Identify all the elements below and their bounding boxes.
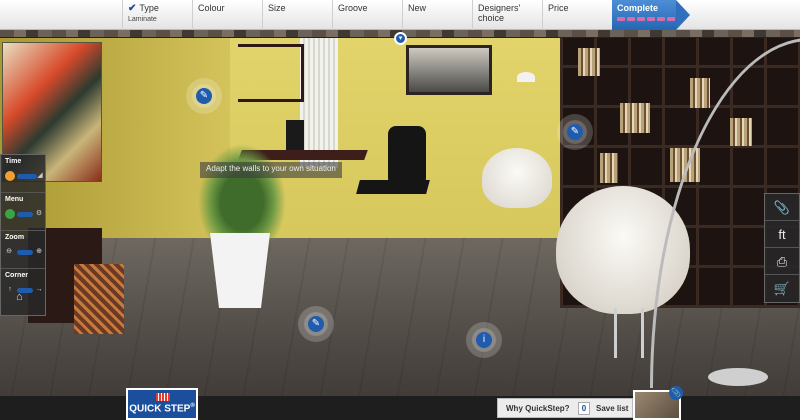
moon-icon[interactable]: ◢ — [35, 171, 45, 181]
menu-off-icon[interactable]: ⚙ — [34, 209, 44, 219]
time-label: Time — [5, 158, 22, 165]
view-controls-panel: Time ◢ Menu ⚙ Zoom ⊖ ⊕ Corner ↑ → ⌂ — [0, 154, 46, 316]
quickstep-logo[interactable]: QUICK STEP® — [126, 388, 198, 420]
step-navigation: ✔ Type Laminate Colour Size Groove New De… — [0, 0, 800, 30]
wall-photo — [406, 45, 492, 95]
sun-icon[interactable] — [5, 171, 15, 181]
twitter-icon[interactable]: t — [782, 227, 786, 242]
why-quickstep-link[interactable]: Why QuickStep? — [506, 404, 570, 413]
floor-edit-hotspot[interactable]: ✎ — [304, 312, 328, 336]
info-icon: i — [476, 332, 492, 348]
step-complete[interactable]: Complete — [612, 0, 690, 30]
share-panel: 📎 ft ⎙ 🛒 — [764, 193, 800, 303]
step-groove-label: Groove — [338, 3, 368, 13]
house-icon[interactable]: ⌂ — [16, 291, 30, 303]
paperclip-icon: 📎 — [669, 386, 683, 400]
egg-chair-back — [482, 148, 552, 208]
save-list-link[interactable]: Save list — [596, 404, 628, 413]
step-colour-label: Colour — [198, 3, 225, 13]
step-price-label: Price — [548, 3, 569, 13]
step-new[interactable]: New — [402, 0, 472, 30]
corner-label: Corner — [5, 272, 28, 279]
corner-control: Corner ↑ → ⌂ — [1, 269, 45, 307]
step-new-label: New — [408, 3, 427, 13]
floor-lamp-small — [517, 72, 535, 82]
step-type-value: Laminate — [128, 16, 157, 23]
check-icon: ✔ — [128, 3, 137, 14]
plant — [192, 136, 292, 246]
step-colour[interactable]: Colour — [192, 0, 262, 30]
logo-text: QUICK STEP — [129, 403, 191, 415]
patterned-bag — [74, 264, 124, 334]
logo-mark-icon — [156, 393, 170, 401]
step-size-label: Size — [268, 3, 286, 13]
corner-left-icon[interactable]: ↑ — [5, 285, 15, 295]
floor-info-hotspot[interactable]: i — [472, 328, 496, 352]
step-complete-label: Complete — [617, 3, 659, 13]
time-slider[interactable] — [17, 174, 37, 179]
menu-label: Menu — [5, 196, 24, 203]
room-scene: ✎ Adapt the walls to your own situation … — [0, 38, 800, 396]
step-type-label: Type — [139, 3, 159, 13]
window-blind — [300, 38, 338, 168]
print-icon[interactable]: ⎙ — [765, 248, 799, 275]
hotspot-hint: Adapt the walls to your own situation — [200, 162, 342, 178]
back-wall-edit-hotspot[interactable]: ✎ — [563, 120, 587, 144]
paperclip-icon[interactable]: 📎 — [765, 194, 799, 221]
social-share[interactable]: ft — [765, 221, 799, 248]
zoom-slider[interactable] — [17, 250, 33, 255]
pencil-icon: ✎ — [567, 124, 583, 140]
planter — [210, 233, 270, 308]
logo-registered: ® — [190, 403, 195, 409]
why-save-panel: Why QuickStep? 0 Save list — [497, 398, 633, 418]
zoom-label: Zoom — [5, 234, 25, 241]
save-list-count: 0 — [578, 402, 590, 415]
corner-right-icon[interactable]: → — [34, 285, 44, 295]
step-size[interactable]: Size — [262, 0, 332, 30]
zoom-out-icon[interactable]: ⊖ — [4, 247, 14, 257]
cart-icon[interactable]: 🛒 — [765, 275, 799, 302]
time-control: Time ◢ — [1, 155, 45, 193]
office-chair — [352, 126, 440, 246]
chevron-down-icon[interactable]: ▾ — [394, 32, 407, 45]
step-type[interactable]: ✔ Type Laminate — [122, 0, 192, 30]
progress-dots — [617, 17, 676, 21]
step-groove[interactable]: Groove — [332, 0, 402, 30]
zoom-in-icon[interactable]: ⊕ — [34, 247, 44, 257]
wall-shelf — [238, 44, 304, 102]
arc-lamp-base — [708, 368, 768, 386]
menu-on-icon[interactable] — [5, 209, 15, 219]
saved-floor-thumbnail[interactable]: 📎 — [633, 386, 683, 420]
pencil-icon: ✎ — [308, 316, 324, 332]
step-price[interactable]: Price — [542, 0, 612, 30]
step-designers-choice[interactable]: Designers' choice — [472, 0, 542, 30]
menu-control: Menu ⚙ — [1, 193, 45, 231]
step-designers-choice-label: Designers' choice — [478, 3, 521, 23]
zoom-control: Zoom ⊖ ⊕ — [1, 231, 45, 269]
menu-toggle[interactable] — [17, 212, 33, 217]
pencil-icon: ✎ — [196, 88, 212, 104]
wall-edit-hotspot[interactable]: ✎ — [192, 84, 216, 108]
egg-chair-base — [614, 308, 644, 358]
